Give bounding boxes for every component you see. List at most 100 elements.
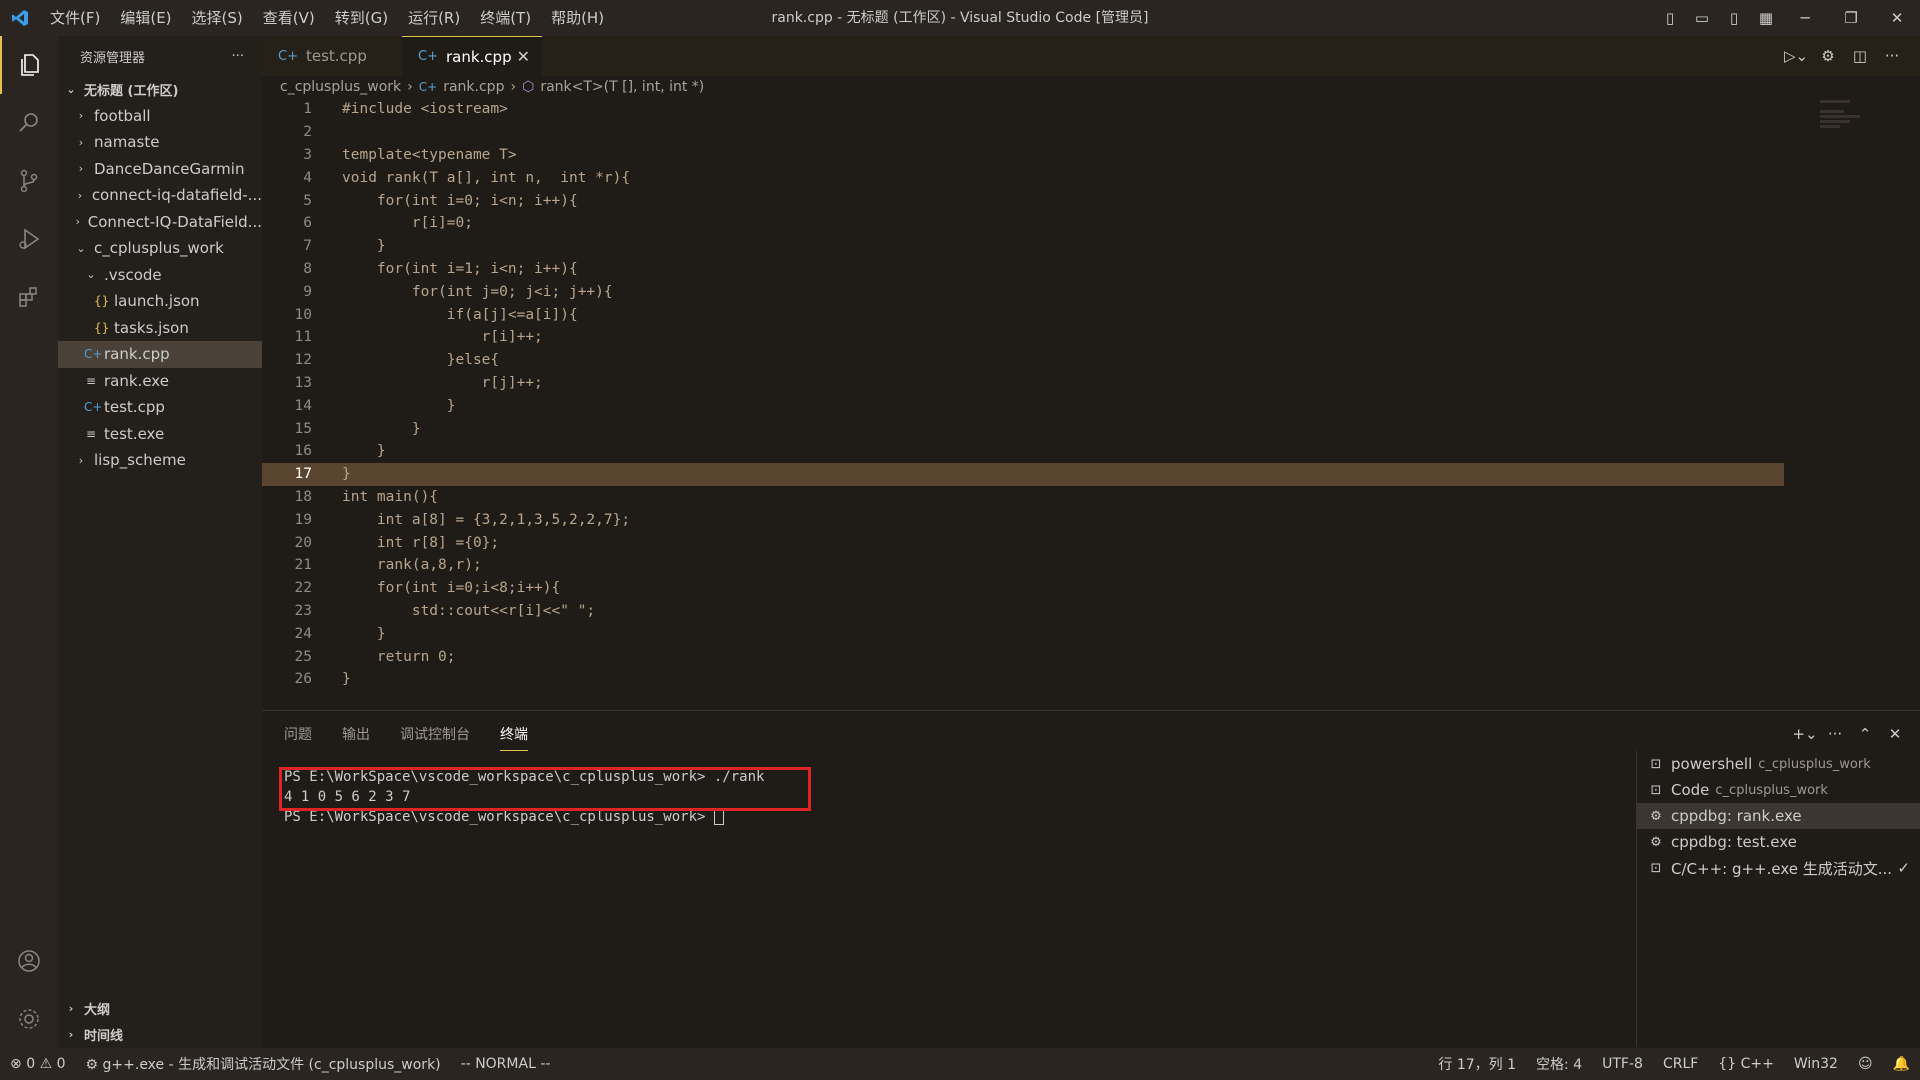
code-line[interactable]: 15 } bbox=[262, 417, 1920, 440]
account-icon[interactable] bbox=[0, 932, 58, 990]
breadcrumb-symbol[interactable]: rank<T>(T [], int, int *) bbox=[540, 79, 704, 95]
language-mode[interactable]: {} C++ bbox=[1708, 1056, 1784, 1072]
timeline-section[interactable]: › 时间线 bbox=[58, 1022, 262, 1049]
tree-item[interactable]: › namaste bbox=[58, 129, 262, 156]
terminal-output[interactable]: PS E:\WorkSpace\vscode_workspace\c_cplus… bbox=[279, 767, 811, 829]
run-dropdown-icon[interactable]: ▷⌄ bbox=[1780, 47, 1812, 65]
workspace-root[interactable]: ⌄ 无标题 (工作区) bbox=[58, 76, 262, 103]
search-icon[interactable] bbox=[0, 94, 58, 152]
tab-problems[interactable]: 问题 bbox=[284, 718, 312, 750]
code-line[interactable]: 8 for(int i=1; i<n; i++){ bbox=[262, 258, 1920, 281]
code-line[interactable]: 11 r[i]++; bbox=[262, 326, 1920, 349]
tree-item[interactable]: ≡ rank.exe bbox=[58, 368, 262, 395]
code-line[interactable]: 16 } bbox=[262, 440, 1920, 463]
menu-file[interactable]: 文件(F) bbox=[40, 0, 110, 36]
code-line[interactable]: 26} bbox=[262, 668, 1920, 691]
explorer-icon[interactable] bbox=[0, 36, 58, 94]
split-editor-icon[interactable]: ◫ bbox=[1844, 47, 1876, 65]
menu-help[interactable]: 帮助(H) bbox=[541, 0, 614, 36]
tree-item[interactable]: ⌄ c_cplusplus_work bbox=[58, 235, 262, 262]
code-editor[interactable]: 1 #include <iostream> 2 3 template<typename … bbox=[262, 98, 1920, 691]
code-line[interactable]: 2 bbox=[262, 121, 1920, 144]
menu-edit[interactable]: 编辑(E) bbox=[110, 0, 181, 36]
code-line[interactable]: 23 std::cout<<r[i]<<" "; bbox=[262, 600, 1920, 623]
terminal-instance[interactable]: ⊡ C/C++: g++.exe 生成活动文... ✓ bbox=[1637, 855, 1920, 881]
code-line[interactable]: 19 int a[8] = {3,2,1,3,5,2,2,7}; bbox=[262, 508, 1920, 531]
toggle-secondary-sidebar-icon[interactable]: ▯ bbox=[1718, 9, 1750, 27]
restore-button[interactable]: ❐ bbox=[1828, 9, 1874, 27]
code-line[interactable]: 13 r[j]++; bbox=[262, 372, 1920, 395]
tab-rank-cpp[interactable]: C+ rank.cpp ✕ bbox=[402, 36, 542, 76]
tree-item[interactable]: ≡ test.exe bbox=[58, 421, 262, 448]
menu-terminal[interactable]: 终端(T) bbox=[470, 0, 541, 36]
more-actions-icon[interactable]: ··· bbox=[232, 49, 244, 64]
extensions-icon[interactable] bbox=[0, 268, 58, 326]
settings-icon[interactable]: ⚙ bbox=[1812, 47, 1844, 65]
line-ending[interactable]: CRLF bbox=[1653, 1056, 1708, 1072]
tree-item[interactable]: › DanceDanceGarmin bbox=[58, 156, 262, 183]
tab-debug-console[interactable]: 调试控制台 bbox=[400, 718, 470, 750]
run-debug-icon[interactable] bbox=[0, 210, 58, 268]
code-line[interactable]: 1 #include <iostream> bbox=[262, 98, 1920, 121]
minimize-button[interactable]: ─ bbox=[1782, 9, 1828, 27]
tree-item[interactable]: › connect-iq-datafield-... bbox=[58, 182, 262, 209]
code-line[interactable]: 14 } bbox=[262, 394, 1920, 417]
close-window-button[interactable]: ✕ bbox=[1874, 9, 1920, 27]
code-line[interactable]: 20 int r[8] ={0}; bbox=[262, 531, 1920, 554]
notifications-icon[interactable]: 🔔 bbox=[1883, 1056, 1920, 1072]
code-line[interactable]: 17} bbox=[262, 462, 1784, 486]
task-status[interactable]: ⚙ g++.exe - 生成和调试活动文件 (c_cplusplus_work) bbox=[76, 1054, 451, 1074]
terminal-instance[interactable]: ⊡ powershell c_cplusplus_work bbox=[1637, 751, 1920, 777]
close-tab-icon[interactable]: ✕ bbox=[517, 47, 530, 66]
code-line[interactable]: 4 void rank(T a[], int n, int *r){ bbox=[262, 166, 1920, 189]
source-control-icon[interactable] bbox=[0, 152, 58, 210]
platform[interactable]: Win32 bbox=[1784, 1056, 1848, 1072]
close-panel-icon[interactable]: ✕ bbox=[1880, 725, 1910, 743]
tree-item[interactable]: C+ test.cpp bbox=[58, 394, 262, 421]
tree-item[interactable]: ⌄ .vscode bbox=[58, 262, 262, 289]
tab-output[interactable]: 输出 bbox=[342, 718, 370, 750]
cursor-position[interactable]: 行 17，列 1 bbox=[1428, 1054, 1526, 1074]
terminal-instance[interactable]: ⚙ cppdbg: rank.exe bbox=[1637, 803, 1920, 829]
tree-item[interactable]: C+ rank.cpp bbox=[58, 341, 262, 368]
tree-item[interactable]: › Connect-IQ-DataField... bbox=[58, 209, 262, 236]
code-line[interactable]: 24 } bbox=[262, 622, 1920, 645]
code-line[interactable]: 5 for(int i=0; i<n; i++){ bbox=[262, 189, 1920, 212]
menu-run[interactable]: 运行(R) bbox=[398, 0, 470, 36]
code-line[interactable]: 22 for(int i=0;i<8;i++){ bbox=[262, 577, 1920, 600]
tab-test-cpp[interactable]: C+ test.cpp bbox=[262, 36, 402, 76]
feedback-icon[interactable]: ☺ bbox=[1848, 1056, 1883, 1072]
code-line[interactable]: 7 } bbox=[262, 235, 1920, 258]
code-line[interactable]: 9 for(int j=0; j<i; j++){ bbox=[262, 280, 1920, 303]
breadcrumb-file[interactable]: rank.cpp bbox=[443, 79, 504, 95]
menu-view[interactable]: 查看(V) bbox=[253, 0, 325, 36]
tree-item[interactable]: › lisp_scheme bbox=[58, 447, 262, 474]
minimap[interactable] bbox=[1820, 98, 1900, 698]
tree-item[interactable]: {} launch.json bbox=[58, 288, 262, 315]
breadcrumb-folder[interactable]: c_cplusplus_work bbox=[280, 79, 401, 95]
menu-go[interactable]: 转到(G) bbox=[325, 0, 398, 36]
outline-section[interactable]: › 大纲 bbox=[58, 995, 262, 1022]
terminal-instance[interactable]: ⊡ Code c_cplusplus_work bbox=[1637, 777, 1920, 803]
code-line[interactable]: 12 }else{ bbox=[262, 349, 1920, 372]
toggle-panel-icon[interactable]: ▭ bbox=[1686, 9, 1718, 27]
problems-status[interactable]: ⊗ 0 ⚠ 0 bbox=[0, 1056, 76, 1072]
toggle-sidebar-icon[interactable]: ▯ bbox=[1654, 9, 1686, 27]
tree-item[interactable]: › football bbox=[58, 103, 262, 130]
encoding[interactable]: UTF-8 bbox=[1592, 1056, 1653, 1072]
code-line[interactable]: 18 int main(){ bbox=[262, 486, 1920, 509]
code-line[interactable]: 6 r[i]=0; bbox=[262, 212, 1920, 235]
code-line[interactable]: 10 if(a[j]<=a[i]){ bbox=[262, 303, 1920, 326]
new-terminal-icon[interactable]: +⌄ bbox=[1790, 725, 1820, 743]
code-line[interactable]: 21 rank(a,8,r); bbox=[262, 554, 1920, 577]
terminal-instance[interactable]: ⚙ cppdbg: test.exe bbox=[1637, 829, 1920, 855]
more-actions-icon[interactable]: ··· bbox=[1876, 47, 1908, 65]
code-line[interactable]: 25 return 0; bbox=[262, 645, 1920, 668]
customize-layout-icon[interactable]: ▦ bbox=[1750, 9, 1782, 27]
settings-gear-icon[interactable] bbox=[0, 990, 58, 1048]
tab-terminal[interactable]: 终端 bbox=[500, 718, 528, 751]
maximize-panel-icon[interactable]: ⌃ bbox=[1850, 725, 1880, 743]
menu-selection[interactable]: 选择(S) bbox=[182, 0, 253, 36]
tree-item[interactable]: {} tasks.json bbox=[58, 315, 262, 342]
indentation[interactable]: 空格: 4 bbox=[1526, 1054, 1592, 1074]
